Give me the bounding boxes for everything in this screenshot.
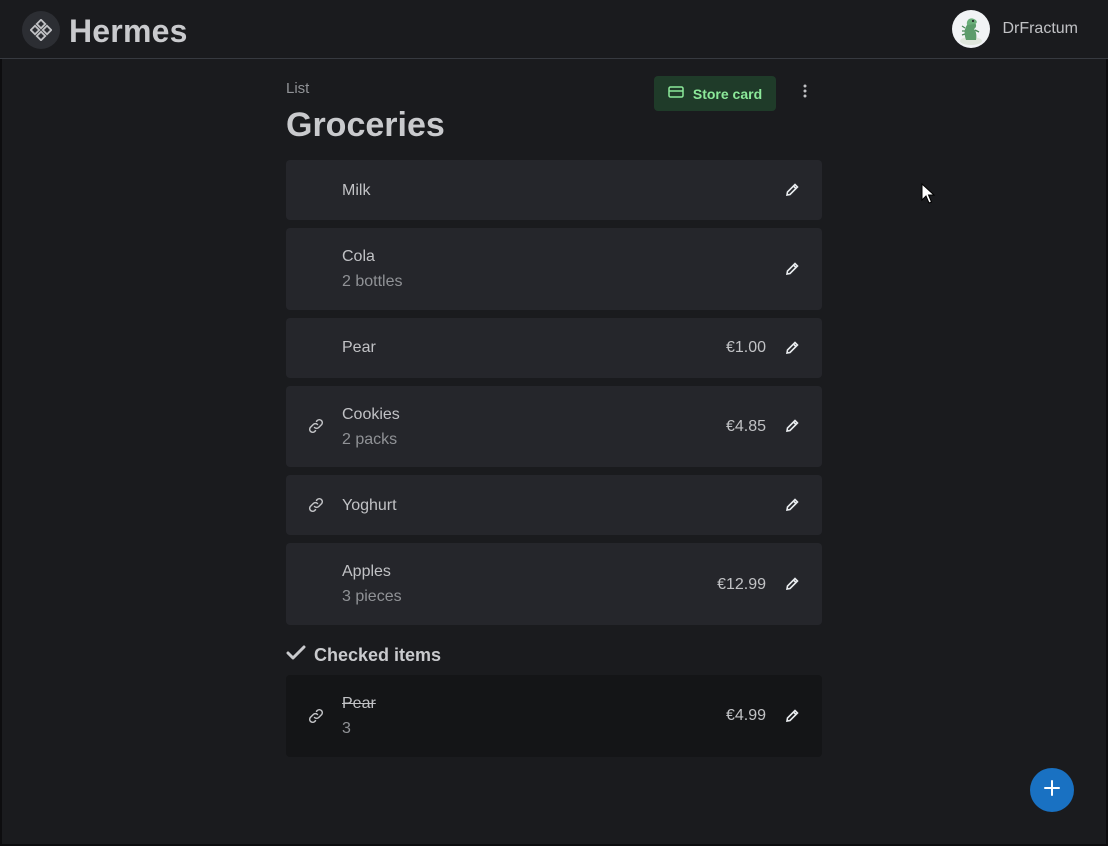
item-quantity: 2 bottles: [342, 273, 403, 290]
page-title: Groceries: [286, 106, 445, 144]
credit-card-icon: [668, 85, 684, 102]
check-icon: [286, 645, 306, 666]
item-name: Pear: [342, 695, 376, 712]
store-card-button[interactable]: Store card: [654, 76, 776, 111]
edit-icon[interactable]: [782, 259, 802, 279]
edit-icon[interactable]: [782, 338, 802, 358]
checked-items-heading[interactable]: Checked items: [286, 644, 441, 666]
mouse-pointer-icon: [921, 182, 936, 205]
username: DrFractum: [1002, 20, 1078, 37]
logo-icon[interactable]: [22, 11, 60, 49]
avatar: [952, 10, 991, 48]
store-card-label: Store card: [692, 85, 763, 102]
list-item[interactable]: Cola 2 bottles: [286, 228, 822, 310]
edit-icon[interactable]: [782, 495, 802, 515]
item-price: €4.99: [725, 707, 766, 724]
list-menu-button[interactable]: [794, 80, 816, 106]
item-price: €12.99: [717, 576, 766, 593]
dots-vertical-icon: [803, 84, 807, 103]
item-quantity: 3: [342, 720, 351, 737]
item-name: Cookies: [342, 406, 400, 423]
list-item[interactable]: Yoghurt: [286, 475, 822, 535]
checked-list-item[interactable]: Pear 3 €4.99: [286, 675, 822, 757]
item-name: Pear: [342, 339, 376, 356]
item-price: €1.00: [725, 339, 766, 356]
item-name: Yoghurt: [342, 497, 397, 514]
list-item[interactable]: Apples 3 pieces €12.99: [286, 543, 822, 625]
list-item[interactable]: Cookies 2 packs €4.85: [286, 386, 822, 467]
edit-icon[interactable]: [782, 706, 802, 726]
item-price: €4.85: [725, 418, 766, 435]
list-item[interactable]: Milk: [286, 160, 822, 220]
item-name: Cola: [342, 248, 375, 265]
item-quantity: 2 packs: [342, 431, 398, 448]
top-bar: Hermes DrFractum: [0, 0, 1108, 59]
item-name: Apples: [342, 563, 391, 580]
edit-icon[interactable]: [782, 574, 802, 594]
link-icon[interactable]: [306, 416, 326, 436]
item-quantity: 3 pieces: [342, 588, 402, 605]
edit-icon[interactable]: [782, 416, 802, 436]
plus-icon: [1043, 779, 1061, 802]
link-icon[interactable]: [306, 706, 326, 726]
list-label: List: [286, 80, 310, 97]
app-title: Hermes: [69, 13, 188, 49]
list-item[interactable]: Pear €1.00: [286, 318, 822, 378]
link-icon[interactable]: [306, 495, 326, 515]
user-menu[interactable]: DrFractum: [952, 10, 1078, 48]
checked-items-label: Checked items: [314, 644, 442, 665]
add-item-button[interactable]: [1030, 768, 1074, 812]
edit-icon[interactable]: [782, 180, 802, 200]
item-name: Milk: [342, 182, 371, 199]
